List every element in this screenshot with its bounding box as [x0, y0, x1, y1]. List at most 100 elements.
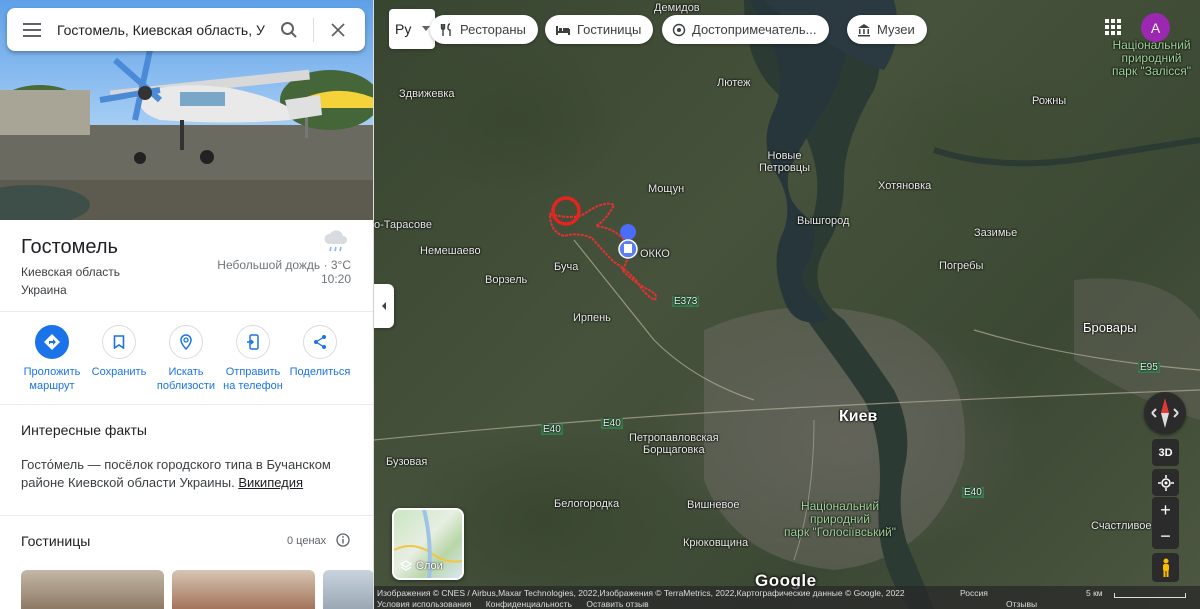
- layers-label: Слои: [400, 560, 443, 572]
- map-label-rozhny: Рожны: [1032, 95, 1067, 107]
- my-location-button[interactable]: [1152, 469, 1179, 496]
- wikipedia-link[interactable]: Википедия: [238, 475, 303, 490]
- divider: [0, 404, 373, 405]
- chevron-left-icon: [382, 302, 386, 310]
- road-badge-e95: E95: [1138, 362, 1160, 373]
- info-icon[interactable]: [336, 533, 350, 552]
- map-label-petropavlovskaya: Петропавловская Борщаговка: [629, 432, 719, 456]
- satellite-map[interactable]: Демидов Лютеж Здвижевка Новые Петровцы М…: [374, 0, 1200, 609]
- hotels-prices: 0 ценах: [287, 535, 327, 547]
- 3d-button[interactable]: 3D: [1152, 439, 1179, 466]
- save-button[interactable]: Сохранить: [85, 325, 153, 379]
- map-label-vishnevoe: Вишневое: [687, 499, 740, 511]
- send-to-phone-button[interactable]: Отправить на телефон: [219, 325, 287, 393]
- map-label-moshchun: Мощун: [648, 183, 685, 195]
- hotel-thumbnail[interactable]: [172, 570, 315, 609]
- map-label-zdvizhevka: Здвижевка: [399, 88, 455, 100]
- map-label-schastlivoe: Счастливое: [1091, 520, 1152, 532]
- compass-icon: [1151, 398, 1179, 428]
- landmark-icon: [672, 23, 686, 37]
- search-button[interactable]: [265, 8, 313, 51]
- chevron-down-icon: [422, 26, 430, 31]
- send-feedback-link[interactable]: Оставить отзыв: [586, 599, 648, 609]
- action-label: Сохранить: [91, 366, 147, 378]
- map-attribution: Изображения © CNES / Airbus,Maxar Techno…: [377, 588, 905, 598]
- clear-search-button[interactable]: [314, 8, 362, 51]
- map-label-tarasove: о-Тарасове: [374, 219, 432, 231]
- hotel-thumbnail[interactable]: [323, 570, 373, 609]
- zoom-controls: + −: [1152, 497, 1179, 549]
- weather-time: 10:20: [320, 272, 351, 286]
- privacy-link[interactable]: Конфиденциальность: [486, 599, 572, 609]
- zoom-out-button[interactable]: −: [1152, 523, 1179, 549]
- share-icon: [314, 335, 326, 349]
- terms-link[interactable]: Условия использования: [377, 599, 471, 609]
- map-label-vyshgorod: Вышгород: [797, 215, 850, 227]
- language-chip[interactable]: Ру: [389, 9, 435, 49]
- chip-label: Рестораны: [460, 22, 526, 37]
- road-badge-e373: E373: [672, 296, 700, 307]
- chip-hotels[interactable]: Гостиницы: [545, 15, 654, 44]
- facts-heading: Интересные факты: [21, 422, 147, 438]
- street-view-pegman[interactable]: [1152, 553, 1179, 582]
- pegman-icon: [1162, 558, 1169, 577]
- nearby-search-icon: [180, 334, 192, 350]
- nearby-button[interactable]: Искать поблизости: [152, 325, 220, 393]
- action-label: Поделиться: [289, 366, 351, 378]
- hotel-thumbnail[interactable]: [21, 570, 164, 609]
- road-badge-e40-mid: E40: [601, 418, 623, 429]
- hotels-heading: Гостиницы: [21, 533, 91, 549]
- place-panel: Гостомель Киевская область Украина Небол…: [0, 0, 374, 609]
- map-label-park-holosiiv: Національний природний парк "Голосіївськ…: [784, 499, 897, 539]
- divider: [0, 311, 373, 312]
- compass-button[interactable]: [1144, 392, 1186, 434]
- action-label: Отправить на телефон: [223, 366, 283, 392]
- directions-button[interactable]: Проложить маршрут: [18, 325, 86, 393]
- search-box: [7, 8, 365, 51]
- bed-icon: [555, 24, 571, 36]
- map-footer: Изображения © CNES / Airbus,Maxar Techno…: [374, 586, 1200, 609]
- map-label-nemeshaevo: Немешаево: [420, 245, 481, 257]
- map-label-okko: ОККО: [640, 248, 670, 260]
- action-label: Искать поблизости: [156, 366, 216, 392]
- chip-label: Достопримечатель...: [692, 22, 817, 37]
- chip-restaurants[interactable]: Рестораны: [430, 15, 538, 44]
- road-badge-e40-west: E40: [541, 424, 563, 435]
- apps-grid-icon[interactable]: [1104, 18, 1122, 41]
- layers-icon: [400, 560, 412, 571]
- share-button[interactable]: Поделиться: [286, 325, 354, 379]
- road-badge-e40-east: E40: [962, 487, 984, 498]
- avatar[interactable]: A: [1141, 13, 1170, 42]
- map-label-brovary: Бровары: [1083, 320, 1137, 335]
- crosshair-icon: [1157, 474, 1174, 491]
- hamburger-menu-icon: [23, 22, 41, 37]
- country-link[interactable]: Россия: [960, 588, 988, 598]
- layers-button[interactable]: Слои: [392, 508, 464, 580]
- nearby-circle: [169, 325, 203, 359]
- menu-button[interactable]: [7, 8, 57, 51]
- action-label: Проложить маршрут: [23, 366, 81, 392]
- map-label-lyutezh: Лютеж: [717, 77, 751, 89]
- place-country: Украина: [21, 283, 67, 297]
- search-input[interactable]: [57, 21, 265, 38]
- chip-attractions[interactable]: Достопримечатель...: [662, 15, 829, 44]
- map-label-vorzel: Ворзель: [485, 274, 528, 286]
- collapse-panel-button[interactable]: [374, 284, 394, 328]
- feedback-link[interactable]: Отзывы: [1006, 599, 1037, 609]
- fork-knife-icon: [440, 22, 454, 37]
- map-label-kyiv: Киев: [839, 408, 878, 425]
- bookmark-icon: [113, 335, 125, 349]
- send-circle: [236, 325, 270, 359]
- divider: [0, 515, 373, 516]
- chip-museums[interactable]: Музеи: [847, 15, 927, 44]
- directions-circle: [35, 325, 69, 359]
- language-chip-label: Ру: [395, 21, 412, 37]
- map-label-kryukovshchina: Крюковщина: [683, 537, 749, 549]
- map-label-park-zalissya: Національний природний парк "Залісся": [1112, 38, 1192, 78]
- zoom-in-button[interactable]: +: [1152, 497, 1179, 523]
- chip-label: Гостиницы: [577, 22, 642, 37]
- share-circle: [303, 325, 337, 359]
- map-label-irpen: Ирпень: [573, 312, 611, 324]
- map-label-khotyanovka: Хотяновка: [878, 180, 932, 192]
- scale-label[interactable]: 5 км: [1086, 588, 1103, 598]
